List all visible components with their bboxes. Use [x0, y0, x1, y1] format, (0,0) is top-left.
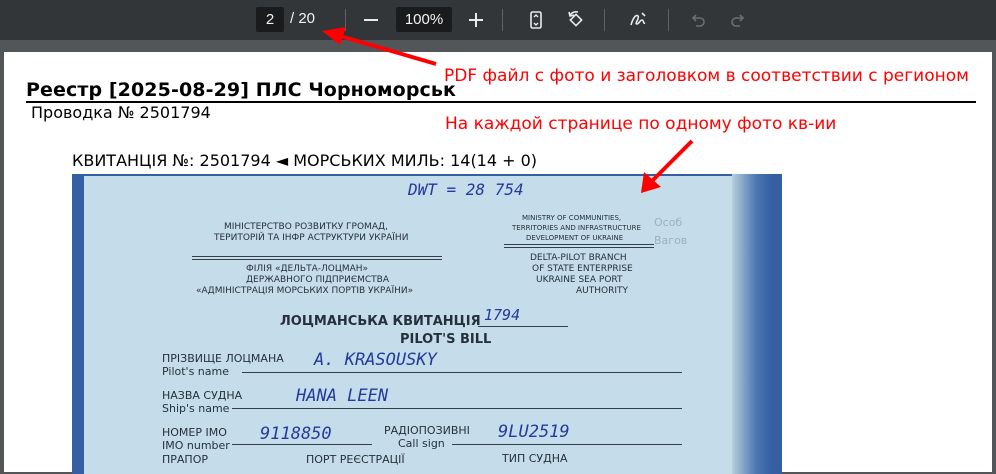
faded-stamp-text: Вагов: [654, 234, 688, 247]
type-label-ua: ТИП СУДНА: [502, 452, 568, 465]
toolbar-divider: [668, 9, 669, 31]
annotation-note-photo: На каждой странице по одному фото кв-ии: [445, 114, 837, 134]
minus-icon: [364, 19, 378, 21]
rule-line: [242, 372, 682, 373]
faded-stamp-text: Особ: [654, 216, 683, 229]
rule-line: [504, 247, 654, 248]
rule-line: [192, 259, 442, 260]
branch-ua-line: ДЕРЖАВНОГО ПІДПРИЄМСТВА: [246, 275, 389, 285]
page-total-label: / 20: [290, 10, 316, 27]
redo-icon: [731, 14, 745, 27]
ministry-en-line: MINISTRY OF COMMUNITIES,: [522, 214, 622, 222]
undo-icon: [691, 14, 705, 27]
rule-line: [452, 444, 682, 445]
toolbar-divider: [502, 9, 503, 31]
toolbar-divider: [345, 9, 346, 31]
pen-icon: [630, 12, 646, 26]
handwritten-bill-number: 1794: [484, 306, 521, 324]
branch-ua-line: ФІЛІЯ «ДЕЛЬТА-ЛОЦМАН»: [246, 264, 369, 274]
ministry-en-line: DEVELOPMENT OF UKRAINE: [526, 234, 624, 242]
zoom-out-button[interactable]: [359, 8, 383, 32]
handwritten-pilot-name: A. KRASOUSKY: [314, 350, 437, 370]
ship-label-ua: НАЗВА СУДНА: [162, 389, 243, 402]
fit-page-button[interactable]: [524, 8, 548, 32]
branch-en-line: OF STATE ENTERPRISE: [532, 264, 633, 274]
imo-label-en: IMO number: [162, 439, 230, 452]
branch-en-line: AUTHORITY: [576, 286, 628, 296]
ministry-en-line: TERRITORIES AND INFRASTRUCTURE: [512, 224, 641, 232]
handwritten-callsign: 9LU2519: [498, 422, 570, 442]
rule-line: [504, 244, 654, 245]
ministry-ua-line: ТЕРИТОРІЙ ТА ІНФР АСТРУКТУРИ УКРАЇНИ: [214, 233, 409, 243]
receipt-photo: DWT = 28 754 МІНІСТЕРСТВО РОЗВИТКУ ГРОМА…: [72, 174, 782, 474]
pilot-label-ua: ПРІЗВИЩЕ ЛОЦМАНА: [162, 352, 284, 365]
zoom-in-button[interactable]: [464, 8, 488, 32]
document-title: Реестр [2025-08-29] ПЛС Чорноморськ: [26, 79, 456, 101]
receipt-paper: DWT = 28 754 МІНІСТЕРСТВО РОЗВИТКУ ГРОМА…: [84, 176, 744, 474]
handwritten-dwt: DWT = 28 754: [408, 180, 524, 199]
rule-line: [192, 256, 442, 257]
rule-line: [232, 408, 682, 409]
paper-edge: [732, 174, 772, 474]
plus-icon: [469, 13, 483, 27]
annotate-button[interactable]: [626, 8, 650, 32]
pdf-toolbar: 2 / 20 100%: [0, 0, 996, 40]
rotate-icon: [568, 11, 583, 27]
branch-en-line: DELTA-PILOT BRANCH: [530, 253, 627, 263]
rule-line: [478, 326, 568, 327]
branch-ua-line: «АДМІНІСТРАЦІЯ МОРСЬКИХ ПОРТІВ УКРАЇНИ»: [196, 286, 414, 296]
rotate-button[interactable]: [564, 8, 588, 32]
bill-title-en: PILOT'S BILL: [400, 332, 492, 347]
zoom-level-input[interactable]: 100%: [396, 7, 452, 32]
document-subtitle: Проводка № 2501794: [31, 103, 211, 122]
ship-label-en: Ship's name: [162, 402, 230, 415]
imo-label-ua: НОМЕР ІМО: [162, 426, 227, 439]
undo-button[interactable]: [686, 8, 710, 32]
handwritten-ship-name: HANA LEEN: [296, 386, 389, 406]
callsign-label-en: Call sign: [398, 437, 445, 450]
handwritten-imo: 9118850: [260, 424, 332, 444]
ministry-ua-line: МІНІСТЕРСТВО РОЗВИТКУ ГРОМАД,: [224, 222, 388, 232]
annotation-note-pdf: PDF файл с фото и заголовком в соответст…: [444, 66, 969, 86]
toolbar-divider: [604, 9, 605, 31]
receipt-caption: КВИТАНЦІЯ №: 2501794 ◄ МОРСЬКИХ МИЛЬ: 14…: [72, 151, 538, 170]
redo-button[interactable]: [726, 8, 750, 32]
branch-en-line: UKRAINE SEA PORT: [536, 275, 623, 285]
fit-page-icon: [530, 11, 542, 29]
page-number-input[interactable]: 2: [256, 7, 284, 32]
bill-title-ua: ЛОЦМАНСЬКА КВИТАНЦІЯ: [280, 314, 481, 329]
rule-line: [232, 444, 372, 445]
callsign-label-ua: РАДІОПОЗИВНІ: [384, 424, 470, 437]
pilot-label-en: Pilot's name: [162, 365, 229, 378]
